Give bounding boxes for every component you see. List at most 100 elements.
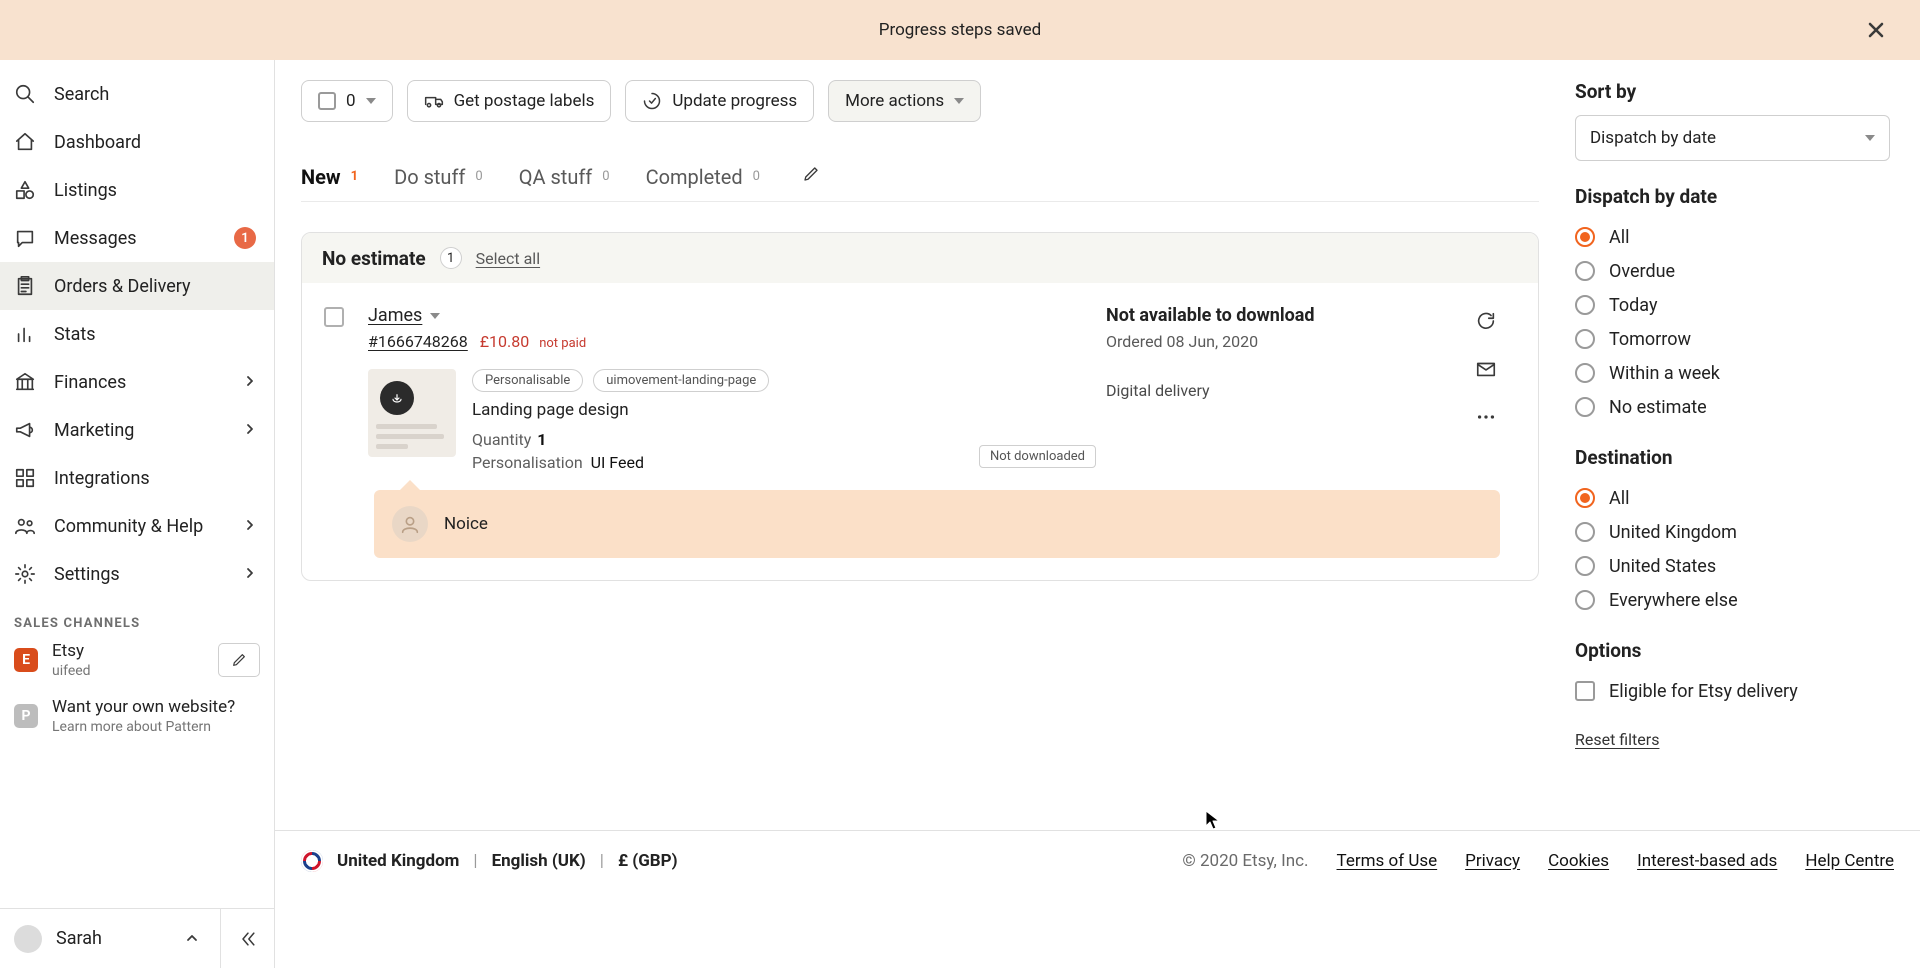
sidebar-item-messages[interactable]: Messages 1 <box>0 214 274 262</box>
sidebar-item-listings[interactable]: Listings <box>0 166 274 214</box>
refresh-button[interactable] <box>1472 307 1500 335</box>
channel-badge: E <box>14 648 38 672</box>
messages-badge: 1 <box>234 227 256 249</box>
dispatch-option-noestimate[interactable]: No estimate <box>1575 390 1890 424</box>
buyer-name: James <box>368 305 422 326</box>
sidebar-item-integrations[interactable]: Integrations <box>0 454 274 502</box>
search-icon <box>14 83 36 105</box>
chat-icon <box>14 227 36 249</box>
dispatch-option-week[interactable]: Within a week <box>1575 356 1890 390</box>
tab-new[interactable]: New 1 <box>301 152 358 201</box>
tab-qa-stuff[interactable]: QA stuff 0 <box>519 152 610 201</box>
locale-switcher[interactable]: United Kingdom | English (UK) | £ (GBP) <box>301 850 678 872</box>
user-menu[interactable]: Sarah <box>0 908 220 968</box>
destination-label: Destination <box>1575 446 1890 469</box>
dispatch-option-all[interactable]: All <box>1575 220 1890 254</box>
sidebar-item-label: Messages <box>54 228 137 249</box>
dest-option-uk[interactable]: United Kingdom <box>1575 515 1890 549</box>
update-progress-button[interactable]: Update progress <box>625 80 814 122</box>
option-label: Tomorrow <box>1609 329 1691 350</box>
dest-option-all[interactable]: All <box>1575 481 1890 515</box>
banner-close-button[interactable] <box>1860 14 1892 46</box>
tab-do-stuff[interactable]: Do stuff 0 <box>394 152 483 201</box>
bars-icon <box>14 323 36 345</box>
sidebar-item-label: Finances <box>54 372 126 393</box>
not-downloaded-chip: Not downloaded <box>979 445 1096 468</box>
order-checkbox[interactable] <box>324 307 344 327</box>
sidebar-section-label: SALES CHANNELS <box>0 598 274 637</box>
checkbox-icon <box>1575 681 1595 701</box>
bank-icon <box>14 371 36 393</box>
footer-link-cookies[interactable]: Cookies <box>1548 851 1609 871</box>
select-count-button[interactable]: 0 <box>301 80 393 122</box>
dest-option-else[interactable]: Everywhere else <box>1575 583 1890 617</box>
pencil-icon <box>802 165 820 183</box>
option-label: No estimate <box>1609 397 1707 418</box>
more-button[interactable] <box>1472 403 1500 431</box>
envelope-icon <box>1475 358 1497 380</box>
progress-icon <box>642 91 662 111</box>
page-footer: United Kingdom | English (UK) | £ (GBP) … <box>275 830 1920 890</box>
option-label: All <box>1609 488 1630 509</box>
sidebar-item-search[interactable]: Search <box>0 70 274 118</box>
sidebar-collapse-button[interactable] <box>220 908 274 968</box>
banner-message: Progress steps saved <box>879 20 1041 40</box>
edit-tabs-button[interactable] <box>802 165 820 188</box>
dispatch-option-today[interactable]: Today <box>1575 288 1890 322</box>
footer-country: United Kingdom <box>337 851 459 871</box>
sidebar-item-settings[interactable]: Settings <box>0 550 274 598</box>
pers-label: Personalisation <box>472 453 583 472</box>
chevron-right-icon <box>244 423 256 435</box>
order-main: James #1666748268 £10.80 not paid <box>368 305 1096 472</box>
tab-label: Do stuff <box>394 165 465 189</box>
message-button[interactable] <box>1472 355 1500 383</box>
caret-down-icon <box>430 313 440 319</box>
option-etsy-delivery[interactable]: Eligible for Etsy delivery <box>1575 674 1890 708</box>
gear-icon <box>14 563 36 585</box>
sidebar-item-dashboard[interactable]: Dashboard <box>0 118 274 166</box>
option-label: All <box>1609 227 1630 248</box>
more-actions-button[interactable]: More actions <box>828 80 981 122</box>
sidebar-item-label: Listings <box>54 180 117 201</box>
dispatch-option-overdue[interactable]: Overdue <box>1575 254 1890 288</box>
caret-down-icon <box>1865 135 1875 141</box>
reset-filters-link[interactable]: Reset filters <box>1575 730 1659 749</box>
channel-title: Etsy <box>52 641 91 661</box>
grid-icon <box>14 467 36 489</box>
dispatch-option-tomorrow[interactable]: Tomorrow <box>1575 322 1890 356</box>
sort-by-select[interactable]: Dispatch by date <box>1575 115 1890 161</box>
sidebar-item-orders[interactable]: Orders & Delivery <box>0 262 274 310</box>
footer-link-privacy[interactable]: Privacy <box>1465 851 1520 871</box>
footer-link-terms[interactable]: Terms of Use <box>1337 851 1438 871</box>
chevron-right-icon <box>244 519 256 531</box>
radio-icon <box>1575 488 1595 508</box>
chevron-right-icon <box>244 567 256 579</box>
group-title: No estimate <box>322 247 426 270</box>
order-card: James #1666748268 £10.80 not paid <box>302 283 1538 580</box>
channel-pattern[interactable]: P Want your own website? Learn more abou… <box>0 693 274 735</box>
truck-icon <box>424 91 444 111</box>
item-thumbnail[interactable] <box>368 369 456 457</box>
close-icon <box>1867 21 1885 39</box>
ordered-date: Ordered 08 Jun, 2020 <box>1106 332 1446 351</box>
postage-labels-button[interactable]: Get postage labels <box>407 80 612 122</box>
channel-etsy[interactable]: E Etsy uifeed <box>0 637 274 679</box>
dest-option-us[interactable]: United States <box>1575 549 1890 583</box>
option-label: United States <box>1609 556 1716 577</box>
footer-link-help[interactable]: Help Centre <box>1805 851 1894 871</box>
footer-link-ads[interactable]: Interest-based ads <box>1637 851 1777 871</box>
buyer-link[interactable]: James <box>368 305 440 326</box>
tab-completed[interactable]: Completed 0 <box>646 152 760 201</box>
sidebar-item-label: Orders & Delivery <box>54 276 191 297</box>
sidebar: Search Dashboard Listings Messages 1 Ord… <box>0 60 275 968</box>
channel-edit-button[interactable] <box>218 643 260 677</box>
sidebar-item-label: Integrations <box>54 468 150 489</box>
order-id-link[interactable]: #1666748268 <box>368 332 468 351</box>
sidebar-item-finances[interactable]: Finances <box>0 358 274 406</box>
select-all-link[interactable]: Select all <box>476 249 540 268</box>
sidebar-item-community[interactable]: Community & Help <box>0 502 274 550</box>
sidebar-item-marketing[interactable]: Marketing <box>0 406 274 454</box>
tab-count: 0 <box>753 169 760 184</box>
sidebar-item-stats[interactable]: Stats <box>0 310 274 358</box>
qty-value: 1 <box>537 430 546 449</box>
